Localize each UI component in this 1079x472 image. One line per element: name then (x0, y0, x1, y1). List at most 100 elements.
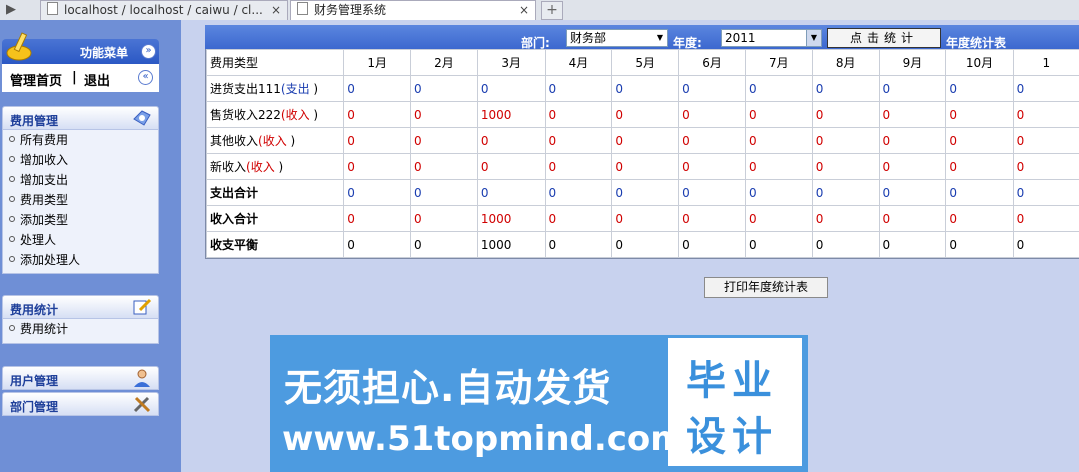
table-cell: 0 (1012, 127, 1079, 154)
new-tab-button[interactable]: + (541, 1, 563, 20)
section-user-management[interactable]: 用户管理 (2, 366, 159, 390)
table-cell: 0 (544, 231, 613, 258)
list-item-add-expense[interactable]: 增加支出 (3, 170, 158, 190)
table-cell: 0 (678, 205, 746, 232)
table-cell: 0 (476, 153, 546, 180)
table-cell: 0 (945, 153, 1014, 180)
ad-banner[interactable]: 无须担心.自动发货 www.51topmind.com 毕业 设计 (270, 335, 808, 472)
fold-sidebar-icon[interactable]: « (138, 70, 153, 85)
row-name: 进货支出111 (210, 82, 281, 96)
table-cell: 0 (811, 179, 880, 206)
table-cell: 0 (878, 153, 947, 180)
table-cell: 0 (678, 75, 746, 102)
table-cell: 0 (811, 127, 880, 154)
tools-icon (133, 396, 151, 413)
table-cell: 0 (878, 75, 947, 102)
list-item-add-income[interactable]: 增加收入 (3, 150, 158, 170)
header-month: 1 (1012, 49, 1079, 76)
table-cell: 0 (343, 205, 412, 232)
close-tab-icon[interactable]: × (519, 1, 529, 19)
row-label: 新收入(收入 ) (206, 153, 345, 180)
row-type-tag: (收入 (258, 134, 287, 148)
sidebar-toggle-icon[interactable]: ▶ (6, 2, 30, 18)
header-fee-type: 费用类型 (206, 49, 345, 76)
filter-toolbar: 部门: 财务部 ▼ 年度: 2011 ▼ 点击统计 年度统计表 (205, 25, 1079, 50)
edit-pencil-icon (133, 298, 152, 315)
row-type-tag: (收入 (246, 160, 275, 174)
table-cell: 0 (544, 205, 613, 232)
table-cell: 0 (343, 101, 412, 128)
table-cell: 0 (544, 127, 613, 154)
table-cell: 0 (811, 101, 880, 128)
close-tab-icon[interactable]: × (271, 1, 281, 19)
year-select-value: 2011 (725, 31, 756, 45)
banner-url: www.51topmind.com (282, 419, 686, 459)
section-label: 用户管理 (10, 374, 59, 388)
row-type-tag: (支出 (280, 82, 310, 96)
row-type-tag: (收入 (280, 108, 310, 122)
table-cell: 0 (611, 205, 680, 232)
banner-badge-line1: 毕业 (686, 358, 778, 404)
table-cell: 0 (611, 101, 680, 128)
table-cell: 0 (744, 75, 813, 102)
logout-link[interactable]: 退出 (84, 70, 110, 89)
table-cell: 0 (410, 101, 478, 128)
header-month: 3月 (476, 49, 546, 76)
table-cell: 0 (544, 153, 613, 180)
section-fee-statistics[interactable]: 费用统计 (2, 295, 159, 319)
row-name: 收入合计 (210, 212, 259, 226)
list-item-add-type[interactable]: 添加类型 (3, 210, 158, 230)
header-month: 2月 (410, 49, 478, 76)
list-item-add-handler[interactable]: 添加处理人 (3, 250, 158, 270)
row-label: 收入合计 (206, 205, 345, 232)
collapse-menu-icon[interactable]: » (141, 44, 156, 59)
table-cell: 0 (476, 127, 546, 154)
table-cell: 0 (878, 101, 947, 128)
table-cell: 0 (544, 179, 613, 206)
table-cell: 0 (410, 75, 478, 102)
table-cell: 0 (410, 205, 478, 232)
list-item-handler[interactable]: 处理人 (3, 230, 158, 250)
table-cell: 0 (343, 153, 412, 180)
row-label: 其他收入(收入 ) (206, 127, 345, 154)
table-cell: 0 (611, 75, 680, 102)
table-cell: 0 (476, 179, 546, 206)
fee-management-list: 所有费用 增加收入 增加支出 费用类型 添加类型 处理人 添加处理人 (2, 130, 159, 274)
table-cell: 0 (744, 153, 813, 180)
statistics-button[interactable]: 点击统计 (827, 28, 941, 48)
table-cell: 0 (744, 231, 813, 258)
table-cell: 0 (544, 101, 613, 128)
home-link[interactable]: 管理首页 (10, 70, 62, 89)
table-cell: 0 (811, 231, 880, 258)
table-cell: 0 (744, 205, 813, 232)
print-annual-report-button[interactable]: 打印年度统计表 (704, 277, 828, 298)
table-cell: 0 (611, 231, 680, 258)
list-item-fee-statistics[interactable]: 费用统计 (3, 319, 158, 339)
table-cell: 0 (945, 101, 1014, 128)
table-cell: 0 (476, 75, 546, 102)
row-name: 新收入 (210, 160, 247, 174)
page-icon (47, 2, 58, 15)
year-select[interactable]: 2011 ▼ (721, 29, 822, 47)
list-item-all-fees[interactable]: 所有费用 (3, 130, 158, 150)
dept-select[interactable]: 财务部 ▼ (566, 29, 668, 47)
tab-title: 财务管理系统 (314, 3, 387, 17)
section-department-management[interactable]: 部门管理 (2, 392, 159, 416)
table-row: 其他收入(收入 ) 0 0 0 0 0 0 0 0 0 0 0 (206, 127, 1079, 154)
row-type-tag-close: ) (313, 82, 319, 96)
table-cell: 0 (1012, 75, 1079, 102)
row-type-tag-close: ) (278, 160, 284, 174)
table-cell: 0 (811, 205, 880, 232)
table-cell: 0 (410, 153, 478, 180)
browser-tab-finance[interactable]: 财务管理系统 × (290, 0, 536, 20)
table-cell: 0 (611, 153, 680, 180)
section-fee-management[interactable]: 费用管理 (2, 106, 159, 130)
settings-hand-icon (133, 110, 151, 126)
table-cell: 0 (678, 231, 746, 258)
browser-tab-phpmyadmin[interactable]: localhost / localhost / caiwu / cl... × (40, 0, 288, 20)
table-cell: 1000 (476, 231, 546, 258)
table-cell: 0 (878, 179, 947, 206)
list-item-fee-types[interactable]: 费用类型 (3, 190, 158, 210)
user-icon (134, 369, 150, 387)
table-cell: 0 (410, 231, 478, 258)
